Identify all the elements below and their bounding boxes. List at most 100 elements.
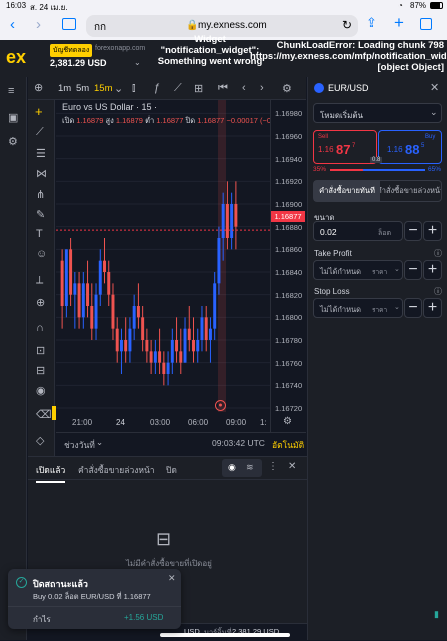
- y-tick: 1.16720: [275, 404, 303, 413]
- layers-icon[interactable]: ◇: [36, 434, 44, 447]
- order-mode-value: โหมดเริ่มต้น: [320, 111, 364, 120]
- settings-icon[interactable]: ⚙: [282, 82, 292, 95]
- chevron-down-icon[interactable]: ⌄: [394, 303, 400, 311]
- take-profit-input[interactable]: ไม่ได้กำหนด ราคา ⌄: [313, 260, 403, 280]
- date-range-button[interactable]: ช่วงวันที่: [64, 438, 95, 452]
- chart-settings-icon[interactable]: ⚙: [283, 416, 292, 427]
- undo-icon[interactable]: ⏮: [218, 82, 228, 95]
- ruler-icon[interactable]: ⟂: [36, 274, 43, 287]
- candle-body: [60, 260, 64, 306]
- candle-body: [153, 351, 157, 363]
- candle-body: [166, 362, 170, 374]
- exness-logo[interactable]: ex: [6, 47, 26, 68]
- trash-icon[interactable]: ⌫: [36, 408, 52, 421]
- forward-icon[interactable]: ›: [36, 16, 41, 33]
- close-icon[interactable]: ✕: [430, 81, 439, 94]
- timeframe-15m[interactable]: 15m: [94, 83, 112, 94]
- info-icon[interactable]: ⓘ: [434, 286, 442, 297]
- chevron-down-icon[interactable]: ⌄: [134, 58, 141, 67]
- tab-pending-positions[interactable]: คำสั่งซื้อขายล่วงหน้า: [78, 463, 155, 477]
- stack-icon[interactable]: ≋: [246, 462, 254, 473]
- chevron-left-icon[interactable]: ‹: [242, 82, 246, 94]
- sl-increase-button[interactable]: +: [423, 298, 442, 318]
- y-tick: 1.16880: [275, 222, 303, 232]
- lock-drawing-icon[interactable]: ⊡: [36, 344, 45, 357]
- timeframe-5m[interactable]: 5m: [76, 83, 89, 94]
- candle-body: [158, 351, 162, 363]
- trend-line-icon[interactable]: ⟋: [36, 126, 44, 139]
- volume-input[interactable]: 0.02 ล็อต: [313, 221, 403, 241]
- crosshair-icon[interactable]: +: [35, 104, 43, 119]
- pattern-icon[interactable]: ⋈: [36, 167, 47, 180]
- sell-button[interactable]: Sell 1.16 87 7: [313, 130, 377, 164]
- calendar-icon[interactable]: ▣: [8, 111, 18, 124]
- time-axis[interactable]: 21:00 24 03:00 06:00 09:00 1:: [56, 412, 270, 432]
- share-icon[interactable]: ⇪: [366, 15, 377, 31]
- channel-icon[interactable]: ☰: [36, 147, 46, 160]
- settings-icon[interactable]: ⚙: [8, 135, 18, 148]
- home-indicator: [160, 633, 290, 637]
- more-icon[interactable]: ⋮: [268, 461, 278, 472]
- stop-loss-value: ไม่ได้กำหนด: [320, 305, 362, 314]
- reader-sidebar-icon[interactable]: [62, 18, 76, 30]
- tabs-icon[interactable]: [420, 18, 432, 30]
- text-icon[interactable]: T: [36, 228, 43, 240]
- candle-body: [145, 340, 149, 352]
- zoom-icon[interactable]: ⊕: [36, 296, 45, 309]
- chevron-down-icon[interactable]: ⌄: [114, 82, 123, 95]
- volume-decrease-button[interactable]: −: [404, 221, 422, 241]
- buy-button[interactable]: Buy 1.16 88 5: [378, 130, 442, 164]
- brush-icon[interactable]: ✎: [36, 208, 45, 221]
- new-tab-icon[interactable]: +: [394, 13, 404, 33]
- volume-increase-button[interactable]: +: [423, 221, 442, 241]
- lock-icon[interactable]: ⊟: [36, 364, 45, 377]
- toast-profit-value: +1.56 USD: [124, 613, 164, 622]
- tab-open-positions[interactable]: เปิดแล้ว: [36, 463, 66, 483]
- eye-icon[interactable]: ◉: [228, 462, 236, 473]
- tab-market-order[interactable]: คำสั่งซื้อขายทันที: [314, 181, 380, 201]
- pair-name[interactable]: EUR/USD: [328, 83, 369, 93]
- chevron-down-icon[interactable]: ⌄: [96, 437, 103, 448]
- add-indicator-icon[interactable]: ⊕: [34, 81, 43, 94]
- close-icon[interactable]: ✕: [288, 461, 296, 472]
- text-size-button[interactable]: กก: [94, 20, 106, 35]
- tab-closed-positions[interactable]: ปิด: [166, 463, 177, 477]
- candle-body: [77, 283, 81, 318]
- timeframe-1m[interactable]: 1m: [58, 83, 71, 94]
- menu-icon[interactable]: ≡: [8, 85, 14, 97]
- indicators-icon[interactable]: ƒ: [154, 82, 160, 94]
- fib-icon[interactable]: ⋔: [36, 188, 45, 201]
- sl-decrease-button[interactable]: −: [404, 298, 422, 318]
- chart-title: Euro vs US Dollar · 15 ·: [62, 102, 158, 112]
- emoji-icon[interactable]: ☺: [36, 248, 47, 260]
- close-icon[interactable]: ✕: [168, 573, 176, 584]
- reload-icon[interactable]: ↻: [342, 18, 352, 32]
- y-tick: 1.16980: [275, 109, 303, 119]
- candles-type-icon[interactable]: ⫾: [132, 82, 136, 95]
- price-axis[interactable]: 1.16980 1.16960 1.16940 1.16920 1.16900 1.168…: [270, 100, 306, 432]
- auto-scale-button[interactable]: อัตโนมัติ: [272, 438, 304, 452]
- stop-loss-unit[interactable]: ราคา: [372, 305, 387, 315]
- chevron-down-icon[interactable]: ⌄: [394, 265, 400, 273]
- candle-body: [225, 204, 229, 238]
- compare-icon[interactable]: ⟋: [174, 82, 182, 95]
- tp-decrease-button[interactable]: −: [404, 260, 422, 280]
- layout-icon[interactable]: ⊞: [194, 82, 203, 95]
- tp-increase-button[interactable]: +: [423, 260, 442, 280]
- take-profit-unit[interactable]: ราคา: [372, 267, 387, 277]
- chevron-right-icon[interactable]: ›: [260, 82, 264, 94]
- info-icon[interactable]: ⓘ: [434, 248, 442, 259]
- utc-clock[interactable]: 09:03:42 UTC: [212, 438, 265, 448]
- candle-body: [179, 351, 183, 363]
- chunk-error-line1: ChunkLoadError: Loading chunk 798: [276, 40, 444, 51]
- back-icon[interactable]: ‹: [10, 16, 15, 33]
- stop-loss-input[interactable]: ไม่ได้กำหนด ราคา ⌄: [313, 298, 403, 318]
- event-marker-icon[interactable]: ●: [215, 400, 226, 411]
- account-balance[interactable]: 2,381.29 USD: [50, 58, 107, 68]
- account-site: forexonapp.com: [95, 45, 146, 52]
- tab-pending-order[interactable]: คำสั่งซื้อขายล่วงหน้า: [380, 181, 441, 201]
- order-mode-select[interactable]: โหมดเริ่มต้น ⌄: [313, 103, 442, 123]
- price-chart[interactable]: Euro vs US Dollar · 15 · เปิด 1.16879 สู…: [56, 100, 271, 432]
- eye-icon[interactable]: ◉: [36, 384, 46, 397]
- magnet-icon[interactable]: ∩: [36, 322, 44, 334]
